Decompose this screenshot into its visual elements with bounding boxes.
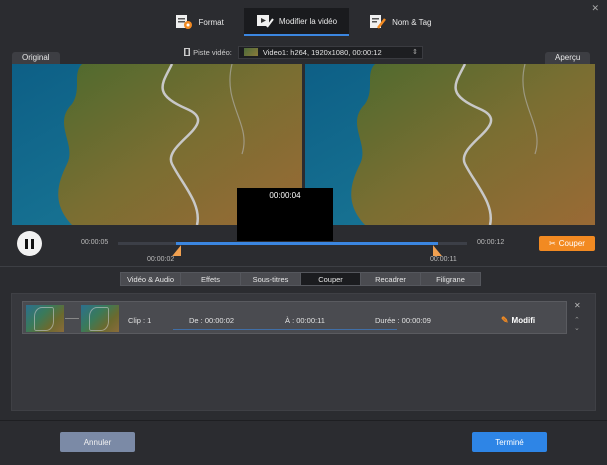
hover-time-popup: 00:00:04 bbox=[237, 188, 333, 241]
preview-label: Aperçu bbox=[545, 52, 591, 64]
clip-number: Clip : 1 bbox=[128, 316, 152, 325]
tab-edit-video[interactable]: Modifier la vidéo bbox=[243, 8, 350, 36]
clip-row[interactable]: Clip : 1 De : 00:00:02 À : 00:00:11 Duré… bbox=[22, 301, 567, 334]
pause-icon-bar bbox=[31, 238, 34, 249]
cancel-button[interactable]: Annuler bbox=[60, 432, 135, 452]
timeline-selection bbox=[176, 242, 438, 245]
subtab-watermark[interactable]: Filigrane bbox=[420, 272, 481, 286]
clip-connector bbox=[65, 318, 79, 319]
top-tab-bar: Format Modifier la vidéo Nom & Tag bbox=[0, 8, 607, 38]
subtab-cut[interactable]: Couper bbox=[300, 272, 361, 286]
clip-end-thumbnail bbox=[81, 305, 119, 332]
move-up-icon[interactable]: ⌃ bbox=[574, 316, 580, 324]
edit-video-icon bbox=[256, 13, 274, 29]
scissors-icon: ✂ bbox=[549, 239, 556, 248]
clip-from: De : 00:00:02 bbox=[189, 316, 235, 325]
current-time: 00:00:05 bbox=[81, 239, 109, 246]
subtab-crop[interactable]: Recadrer bbox=[360, 272, 421, 286]
move-down-icon[interactable]: ⌄ bbox=[574, 324, 580, 332]
tab-edit-video-label: Modifier la vidéo bbox=[278, 16, 338, 26]
video-track-bar: Piste vidéo: Video1: h264, 1920x1080, 00… bbox=[0, 45, 607, 59]
edit-sub-tabs: Vidéo & Audio Effets Sous-titres Couper … bbox=[120, 272, 481, 286]
cut-button-label: Couper bbox=[558, 239, 585, 248]
pause-button[interactable] bbox=[17, 231, 42, 256]
video-track-label: Piste vidéo: bbox=[184, 48, 232, 57]
pause-icon-bar bbox=[25, 238, 28, 249]
tab-format[interactable]: Format bbox=[163, 8, 235, 36]
original-label: Original bbox=[12, 52, 60, 64]
trim-start-handle[interactable] bbox=[172, 245, 182, 256]
subtab-effects[interactable]: Effets bbox=[180, 272, 241, 286]
clip-to: À : 00:00:11 bbox=[285, 316, 325, 325]
divider bbox=[0, 266, 607, 267]
name-tag-icon bbox=[369, 14, 387, 30]
tab-format-label: Format bbox=[198, 17, 224, 27]
modify-clip-button[interactable]: ✎ Modifi bbox=[501, 315, 535, 326]
pencil-icon: ✎ bbox=[501, 315, 509, 325]
subtab-subtitles[interactable]: Sous-titres bbox=[240, 272, 301, 286]
track-thumbnail bbox=[243, 48, 258, 56]
cut-button[interactable]: ✂ Couper bbox=[539, 236, 595, 251]
timeline-track[interactable] bbox=[118, 242, 467, 245]
video-track-value: Video1: h264, 1920x1080, 00:00:12 bbox=[262, 47, 382, 57]
film-icon bbox=[184, 48, 191, 56]
video-track-select[interactable]: Video1: h264, 1920x1080, 00:00:12 ⇕ bbox=[237, 45, 423, 59]
clip-list-panel: Clip : 1 De : 00:00:02 À : 00:00:11 Duré… bbox=[11, 293, 596, 411]
done-button[interactable]: Terminé bbox=[472, 432, 547, 452]
tab-name-tag-label: Nom & Tag bbox=[392, 17, 432, 27]
subtab-video-audio[interactable]: Vidéo & Audio bbox=[120, 272, 181, 286]
start-marker-time: 00:00:02 bbox=[147, 256, 175, 263]
format-icon bbox=[175, 14, 193, 30]
end-marker-time: 00:00:11 bbox=[430, 256, 457, 263]
clip-start-thumbnail bbox=[26, 305, 64, 332]
select-arrows-icon: ⇕ bbox=[412, 48, 418, 56]
clip-range-line bbox=[173, 329, 397, 330]
clip-duration: Durée : 00:00:09 bbox=[375, 316, 431, 325]
delete-clip-icon[interactable]: ✕ bbox=[574, 301, 581, 310]
modify-clip-label: Modifi bbox=[511, 316, 536, 325]
trim-end-handle[interactable] bbox=[432, 245, 442, 256]
output-video-preview bbox=[305, 64, 595, 225]
tab-name-tag[interactable]: Nom & Tag bbox=[357, 8, 443, 36]
total-time: 00:00:12 bbox=[477, 239, 505, 246]
footer-divider bbox=[0, 420, 607, 421]
